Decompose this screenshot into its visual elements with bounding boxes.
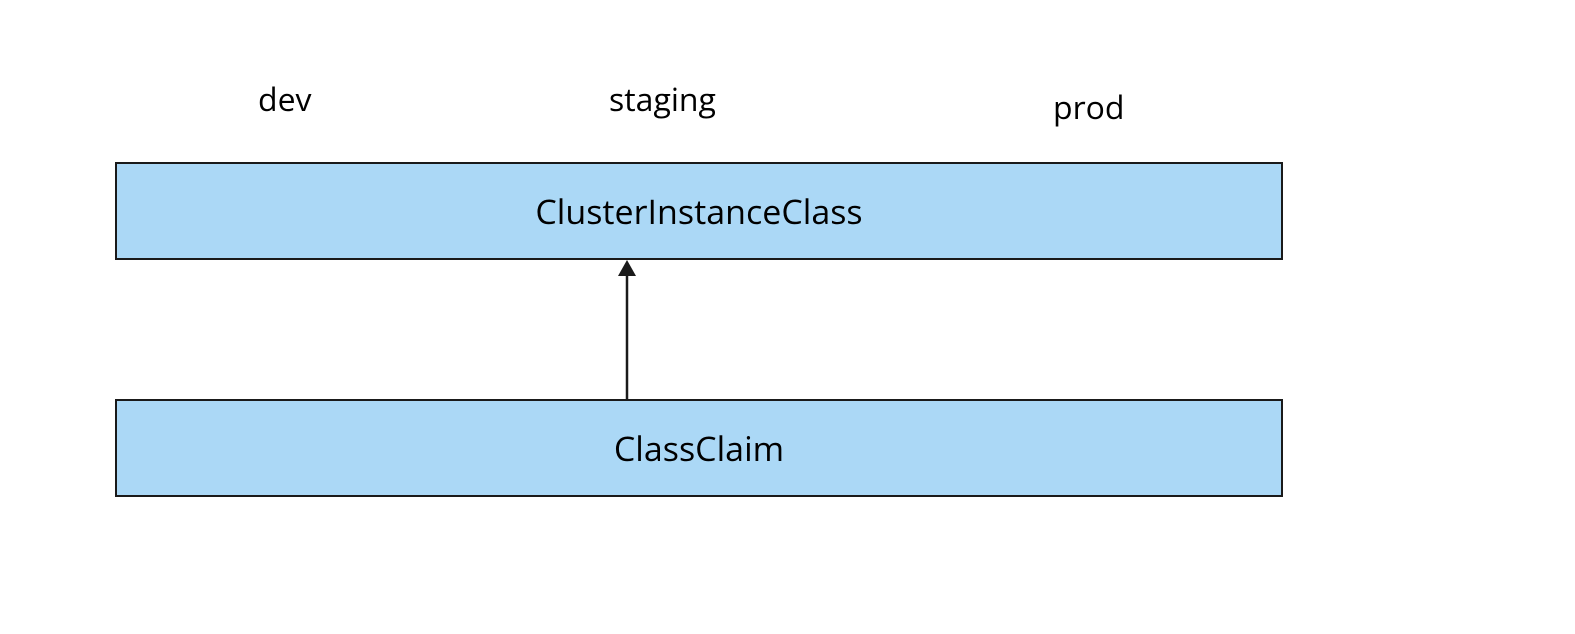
env-label-staging: staging (609, 78, 716, 121)
box-bottom-label: ClassClaim (614, 425, 784, 471)
env-label-prod: prod (1053, 86, 1124, 129)
cluster-instance-class-box: ClusterInstanceClass (115, 162, 1283, 260)
env-label-dev: dev (258, 78, 312, 121)
cluster-class-diagram: dev staging prod ClusterInstanceClass Cl… (0, 0, 1575, 634)
class-claim-box: ClassClaim (115, 399, 1283, 497)
arrow-up-icon (612, 260, 642, 399)
box-top-label: ClusterInstanceClass (535, 188, 862, 234)
